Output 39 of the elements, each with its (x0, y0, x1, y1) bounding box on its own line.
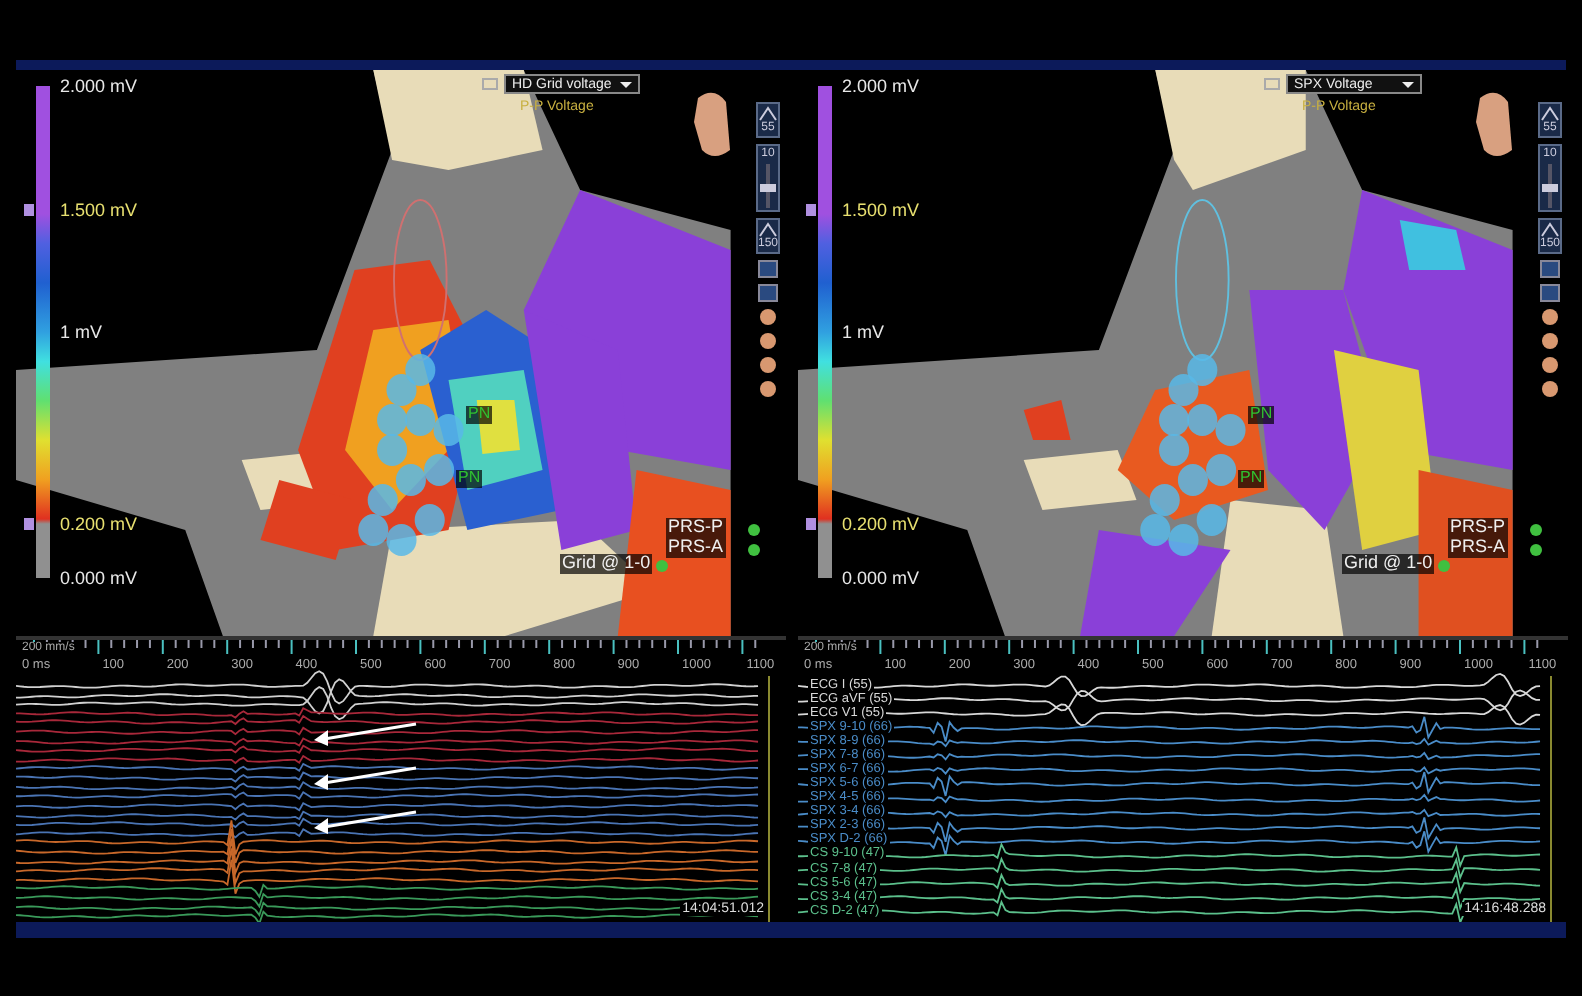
scale-label: 1 mV (842, 322, 885, 342)
threshold-handle[interactable] (806, 517, 816, 530)
head-orientation-icon (690, 90, 734, 162)
scale-label: 1.500 mV (60, 199, 138, 219)
head-orientation-icon (1472, 90, 1516, 162)
map-label: PN (456, 470, 483, 488)
map-label: PRS-P (666, 518, 726, 538)
map-label: Grid @ 1-0 (560, 554, 653, 574)
scale-label: 1.500 mV (842, 199, 920, 219)
peak-icon (1540, 106, 1560, 122)
point-marker-icon (748, 544, 760, 556)
peak-icon (758, 106, 778, 122)
annotation-arrow (314, 810, 417, 834)
map-label: PN (1248, 406, 1275, 424)
scale-label: 0.200 mV (60, 513, 138, 534)
point-marker-icon (1530, 524, 1542, 536)
scale-label: 0.200 mV (842, 513, 920, 534)
scale-label: 2.000 mV (60, 76, 138, 96)
threshold-handle[interactable] (24, 203, 34, 215)
scale-label: 2.000 mV (842, 76, 920, 96)
map-label: PRS-P (1448, 518, 1508, 538)
annotation-arrow (314, 722, 417, 746)
peak-icon (758, 222, 778, 238)
map-label: PRS-A (666, 538, 726, 558)
slider-thumb[interactable] (1542, 183, 1558, 192)
annotation-arrow (314, 766, 417, 790)
scale-label: 0.000 mV (60, 568, 138, 588)
map-label: PN (1238, 470, 1265, 488)
scale-label: 1 mV (60, 322, 103, 342)
slider-thumb[interactable] (760, 183, 776, 192)
point-marker-icon (1530, 544, 1542, 556)
threshold-handle[interactable] (806, 203, 816, 215)
peak-icon (1540, 222, 1560, 238)
map-label: PRS-A (1448, 538, 1508, 558)
point-marker-icon (748, 524, 760, 536)
scale-label: 0.000 mV (842, 568, 920, 588)
map-label: PN (466, 406, 493, 424)
threshold-handle[interactable] (24, 517, 34, 530)
map-label: Grid @ 1-0 (1342, 554, 1435, 574)
